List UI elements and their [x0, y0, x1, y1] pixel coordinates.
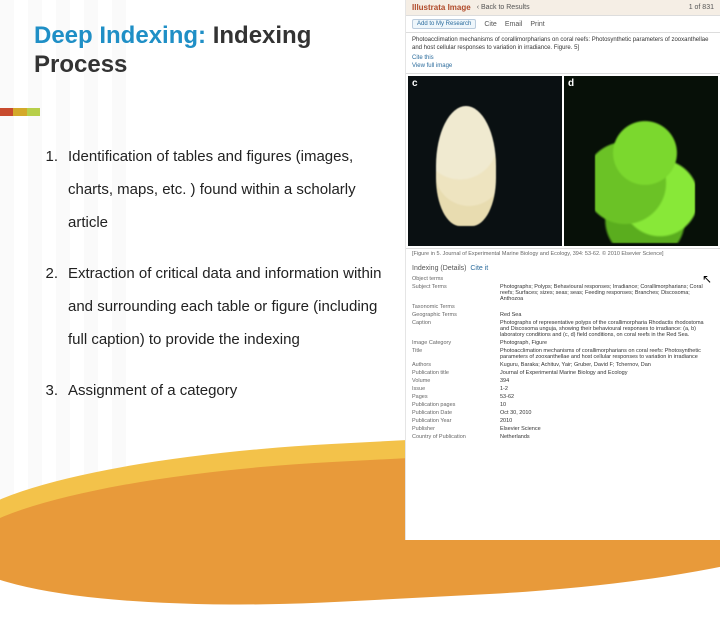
metadata-key: Object terms [412, 276, 492, 282]
list-text: Identification of tables and figures (im… [68, 140, 394, 239]
embedded-screenshot: Illustrata Image ‹ Back to Results 1 of … [405, 0, 720, 540]
list-text: Extraction of critical data and informat… [68, 257, 394, 356]
list-item: 2. Extraction of critical data and infor… [34, 257, 394, 356]
metadata-value: 10 [500, 402, 714, 408]
metadata-key: Publication Year [412, 418, 492, 424]
logo-text: ProQuest [610, 512, 678, 530]
metadata-key: Issue [412, 386, 492, 392]
image-caption: Photoacclimation mechanisms of corallimo… [406, 33, 720, 55]
details-heading-text: Indexing (Details) [412, 265, 466, 272]
print-link[interactable]: Print [530, 21, 544, 28]
coral-illustration-green [595, 93, 695, 243]
coral-illustration-white [436, 106, 496, 226]
metadata-value: 2010 [500, 418, 714, 424]
metadata-key: Image Category [412, 340, 492, 346]
metadata-value: 1-2 [500, 386, 714, 392]
slide-title: Deep Indexing: Indexing Process [34, 22, 311, 80]
figure-panel-c: c [408, 76, 562, 246]
process-list: 1. Identification of tables and figures … [34, 140, 394, 425]
cite-link[interactable]: Cite [484, 21, 496, 28]
title-rest-1: Indexing [213, 22, 312, 49]
result-counter: 1 of 831 [689, 4, 714, 11]
metadata-key: Publisher [412, 426, 492, 432]
title-rest-2: Process [34, 51, 127, 78]
metadata-value: Photograph, Figure [500, 340, 714, 346]
view-full-image-link[interactable]: View full image [406, 63, 720, 73]
metadata-value: Photographs; Polyps; Behavioural respons… [500, 284, 714, 302]
metadata-value: 53-62 [500, 394, 714, 400]
metadata-key: Country of Publication [412, 434, 492, 440]
metadata-value [500, 276, 714, 282]
brand-label: Illustrata Image [412, 3, 471, 12]
details-heading: Indexing (Details) Cite it [412, 265, 714, 272]
list-number: 2. [34, 257, 58, 356]
metadata-value [500, 304, 714, 310]
metadata-value: Photoacclimation mechanisms of corallimo… [500, 348, 714, 360]
metadata-key: Publication Date [412, 410, 492, 416]
metadata-value: Elsevier Science [500, 426, 714, 432]
metadata-table: Object terms Subject Terms Photographs; Po… [412, 276, 714, 440]
metadata-key: Volume [412, 378, 492, 384]
metadata-value: Journal of Experimental Marine Biology a… [500, 370, 714, 376]
metadata-key: Pages [412, 394, 492, 400]
panel-label-c: c [412, 78, 418, 89]
screenshot-header: Illustrata Image ‹ Back to Results 1 of … [406, 0, 720, 16]
panel-label-d: d [568, 78, 574, 89]
metadata-value: Oct 30, 2010 [500, 410, 714, 416]
metadata-key: Taxonomic Terms [412, 304, 492, 310]
proquest-logo: ProQuest [610, 512, 700, 530]
list-number: 1. [34, 140, 58, 239]
email-link[interactable]: Email [505, 21, 523, 28]
metadata-key: Title [412, 348, 492, 360]
metadata-key: Subject Terms [412, 284, 492, 302]
metadata-value: Photographs of representative polyps of … [500, 320, 714, 338]
metadata-key: Authors [412, 362, 492, 368]
metadata-value: Kuguru, Baraka; Achituv, Yair; Gruber, D… [500, 362, 714, 368]
metadata-value: 394 [500, 378, 714, 384]
cite-this-link[interactable]: Cite this [406, 55, 720, 63]
cite-it-link[interactable]: Cite it [470, 265, 488, 272]
logo-mark-icon [682, 512, 700, 530]
list-text: Assignment of a category [68, 374, 394, 407]
list-item: 3. Assignment of a category [34, 374, 394, 407]
title-highlight: Deep Indexing: [34, 22, 206, 49]
figure-panels: c d [406, 73, 720, 249]
metadata-key: Publication pages [412, 402, 492, 408]
add-to-research-button[interactable]: Add to My Research [412, 19, 476, 29]
list-item: 1. Identification of tables and figures … [34, 140, 394, 239]
metadata-value: Netherlands [500, 434, 714, 440]
metadata-key: Publication title [412, 370, 492, 376]
metadata-key: Caption [412, 320, 492, 338]
accent-bars [0, 108, 40, 116]
breadcrumb[interactable]: ‹ Back to Results [477, 4, 530, 11]
list-number: 3. [34, 374, 58, 407]
figure-panel-d: d [564, 76, 718, 246]
figure-credit: [Figure in 5. Journal of Experimental Ma… [406, 249, 720, 262]
metadata-value: Red Sea [500, 312, 714, 318]
screenshot-toolbar: Add to My Research Cite Email Print [406, 16, 720, 33]
cursor-icon: ↖ [702, 272, 712, 286]
indexing-details: Indexing (Details) Cite it Object terms S… [406, 261, 720, 444]
metadata-key: Geographic Terms [412, 312, 492, 318]
